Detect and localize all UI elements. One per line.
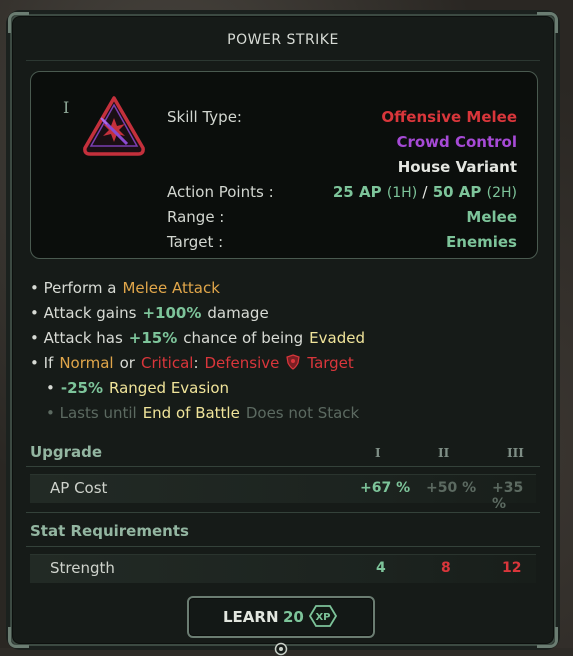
corner-ornament xyxy=(537,12,558,33)
evaded-keyword[interactable]: Evaded xyxy=(309,329,365,347)
button-knob-icon xyxy=(274,642,288,656)
learn-cost: 20 xyxy=(283,608,304,626)
ap-cost-label: AP Cost xyxy=(50,479,108,497)
range-label: Range : xyxy=(167,208,225,226)
target-label: Target : xyxy=(167,233,224,251)
ap-one-hand: 25 AP xyxy=(332,183,382,201)
ap-one-hand-tag: (1H) xyxy=(386,185,418,201)
effect-text: chance of being xyxy=(183,329,304,347)
normal-keyword[interactable]: Normal xyxy=(59,354,113,372)
power-strike-icon xyxy=(83,96,145,156)
strength-label: Strength xyxy=(50,559,115,577)
evasion-penalty: -25% xyxy=(60,379,103,397)
effect-line-3: • Attack has +15% chance of being Evaded xyxy=(30,329,365,347)
strength-tier-2: 8 xyxy=(441,560,451,576)
ap-two-hand: 50 AP xyxy=(432,183,482,201)
effect-text: • If xyxy=(30,354,54,372)
learn-button[interactable]: LEARN 20 XP xyxy=(187,596,375,638)
effect-text: or xyxy=(119,354,135,372)
ap-two-hand-tag: (2H) xyxy=(486,185,517,201)
learn-label: LEARN xyxy=(223,608,279,626)
effect-line-2: • Attack gains +100% damage xyxy=(30,304,269,322)
strength-tier-1: 4 xyxy=(376,560,386,576)
skill-type-house-variant: House Variant xyxy=(397,158,517,176)
strength-tier-3: 12 xyxy=(502,560,522,576)
effect-line-6: • Lasts until End of Battle Does not Stack xyxy=(46,404,359,422)
shield-icon xyxy=(286,354,301,370)
skill-title: POWER STRIKE xyxy=(227,32,339,48)
effect-text: damage xyxy=(207,304,269,322)
corner-ornament xyxy=(537,627,558,648)
strength-row[interactable]: Strength 4 8 12 xyxy=(30,554,536,583)
effect-text: • Lasts until xyxy=(46,404,137,422)
skill-type-crowd-control: Crowd Control xyxy=(396,133,517,151)
effect-text: • Attack has xyxy=(30,329,123,347)
action-points-row: Action Points : 25 AP (1H) / 50 AP (2H) xyxy=(167,183,517,205)
tier-1-header: I xyxy=(375,446,381,460)
xp-unit: XP xyxy=(315,612,330,623)
action-points-label: Action Points : xyxy=(167,183,274,201)
effect-text: • Attack gains xyxy=(30,304,137,322)
stat-requirements-title: Stat Requirements xyxy=(30,522,189,540)
critical-keyword[interactable]: Critical xyxy=(141,354,193,372)
skill-type-row: Skill Type: Offensive Melee xyxy=(167,108,517,130)
ranged-evasion-keyword[interactable]: Ranged Evasion xyxy=(109,379,229,397)
skill-type-row-3: House Variant xyxy=(167,158,517,180)
effect-line-5: • -25% Ranged Evasion xyxy=(46,379,229,397)
corner-ornament xyxy=(8,12,29,33)
effect-text: • Perform a xyxy=(30,279,117,297)
skill-type-offensive: Offensive Melee xyxy=(381,108,517,126)
range-row: Range : Melee xyxy=(167,208,517,230)
skill-type-label: Skill Type: xyxy=(167,108,242,126)
divider xyxy=(26,60,540,61)
xp-icon: XP xyxy=(309,605,337,627)
ap-separator: / xyxy=(422,183,428,201)
target-keyword[interactable]: Target xyxy=(307,354,353,372)
damage-bonus: +100% xyxy=(142,304,202,322)
defensive-keyword[interactable]: Defensive xyxy=(205,354,280,372)
target-row: Target : Enemies xyxy=(167,233,517,255)
range-value: Melee xyxy=(466,208,517,226)
ap-cost-tier-1: +67 % xyxy=(360,480,411,496)
effect-text: • xyxy=(46,379,55,397)
evade-chance: +15% xyxy=(128,329,178,347)
effect-line-1: • Perform a Melee Attack xyxy=(30,279,220,297)
divider xyxy=(26,546,540,547)
end-of-battle-keyword[interactable]: End of Battle xyxy=(143,404,240,422)
effect-line-4: • If Normal or Critical: Defensive Target xyxy=(30,354,354,372)
stat-requirements-header: Stat Requirements xyxy=(30,522,536,546)
tier-marker: I xyxy=(63,98,70,117)
action-points-value: 25 AP (1H) / 50 AP (2H) xyxy=(333,183,517,201)
target-value: Enemies xyxy=(446,233,517,251)
skill-type-row-2: Crowd Control xyxy=(167,133,517,155)
skill-tooltip-panel: POWER STRIKE I Skill Type: Offensive Mel… xyxy=(8,12,558,656)
stacking-note: Does not Stack xyxy=(245,404,360,422)
ap-cost-tier-2: +50 % xyxy=(426,480,477,496)
skill-info-box: I Skill Type: Offensive Melee Crowd Cont… xyxy=(30,71,538,259)
upgrade-title: Upgrade xyxy=(30,443,103,461)
ap-cost-tier-3: +35 % xyxy=(492,480,524,512)
melee-attack-keyword[interactable]: Melee Attack xyxy=(122,279,219,297)
tier-3-header: III xyxy=(507,446,524,460)
effect-text: : xyxy=(193,354,199,372)
ap-cost-row[interactable]: AP Cost +67 % +50 % +35 % xyxy=(30,474,536,512)
corner-ornament xyxy=(8,627,29,648)
divider xyxy=(26,512,540,513)
tier-2-header: II xyxy=(438,446,450,460)
upgrade-header: Upgrade I II III xyxy=(30,443,536,467)
divider xyxy=(26,466,540,467)
